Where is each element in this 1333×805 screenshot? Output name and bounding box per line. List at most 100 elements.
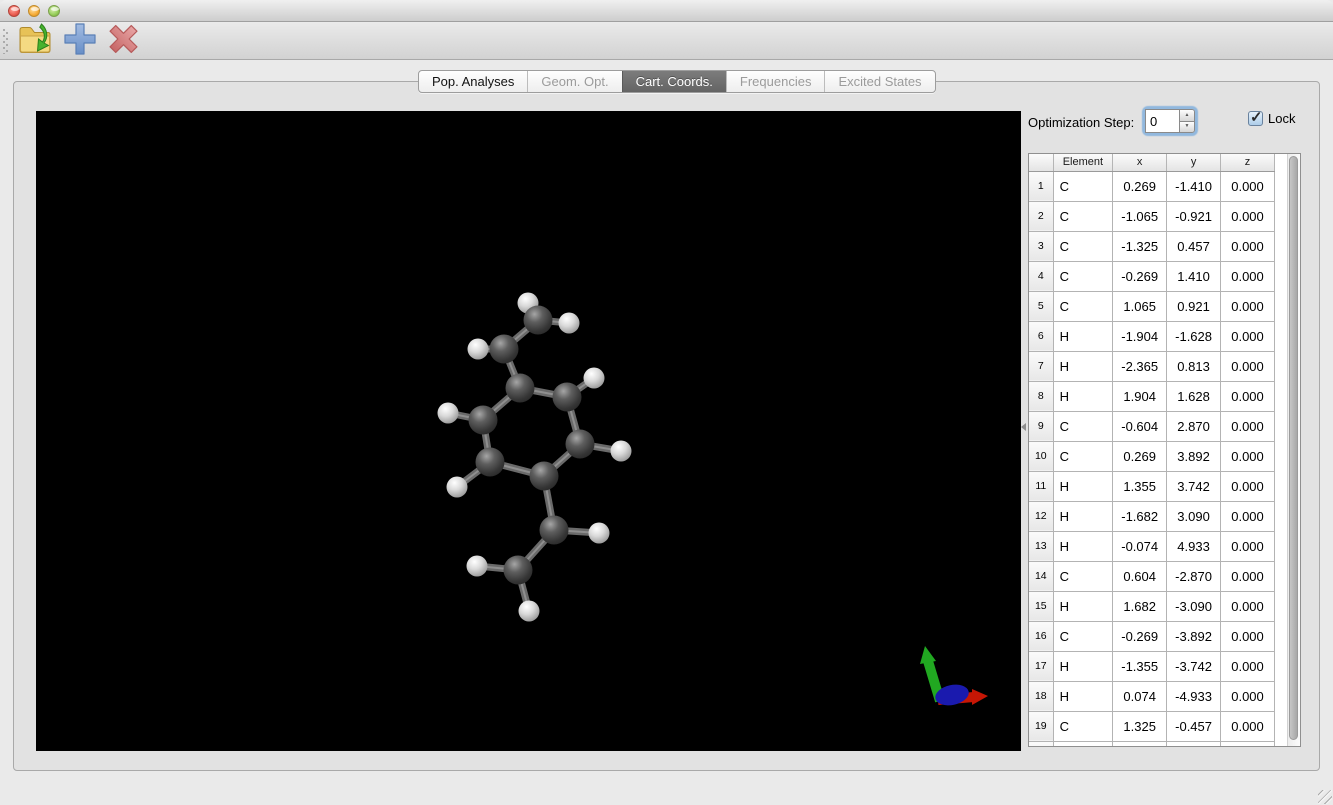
cell[interactable]: 0.269 [1112,170,1168,202]
cell[interactable]: -1.628 [1166,320,1222,352]
cell[interactable]: C [1052,230,1114,262]
cell[interactable]: -3.742 [1166,650,1222,682]
cell[interactable]: 1.325 [1112,710,1168,742]
cell[interactable]: 0.813 [1166,350,1222,382]
row-number[interactable]: 6 [1029,320,1054,352]
row-number[interactable]: 13 [1029,530,1054,562]
cell[interactable]: 0.457 [1166,230,1222,262]
row-number[interactable]: 14 [1029,560,1054,592]
column-header-x[interactable]: x [1112,154,1168,172]
cell[interactable]: 0.000 [1220,230,1275,262]
cell[interactable]: -1.682 [1112,500,1168,532]
row-number[interactable]: 1 [1029,170,1054,202]
row-number[interactable]: 9 [1029,410,1054,442]
zoom-button[interactable] [48,5,60,17]
table-row[interactable]: 6 H -1.904 -1.628 0.000 [1029,320,1275,352]
row-number[interactable]: 16 [1029,620,1054,652]
cell[interactable]: -1.410 [1166,170,1222,202]
cell[interactable]: 1.410 [1166,260,1222,292]
cell[interactable]: -1.325 [1112,230,1168,262]
tab-excited-states[interactable]: Excited States [824,71,934,92]
cell[interactable]: -4.933 [1166,680,1222,712]
cell[interactable]: 1.682 [1112,590,1168,622]
table-row[interactable]: 5 C 1.065 0.921 0.000 [1029,290,1275,322]
table-row[interactable]: 15 H 1.682 -3.090 0.000 [1029,590,1275,622]
table-row[interactable]: 18 H 0.074 -4.933 0.000 [1029,680,1275,712]
table-row[interactable]: 19 C 1.325 -0.457 0.000 [1029,710,1275,742]
cell[interactable]: 0.000 [1220,470,1275,502]
cell[interactable]: -3.892 [1166,620,1222,652]
cell[interactable]: 0.269 [1112,440,1168,472]
table-row[interactable]: 3 C -1.325 0.457 0.000 [1029,230,1275,262]
row-number[interactable]: 5 [1029,290,1054,322]
toolbar-drag-handle[interactable] [3,27,8,54]
cell[interactable]: 0.000 [1220,200,1275,232]
cell[interactable]: 4.933 [1166,530,1222,562]
table-row[interactable]: 17 H -1.355 -3.742 0.000 [1029,650,1275,682]
cell[interactable]: 0.000 [1220,620,1275,652]
column-header-element[interactable]: Element [1053,154,1114,172]
row-number[interactable]: 8 [1029,380,1054,412]
row-number[interactable]: 7 [1029,350,1054,382]
tab-cart-coords[interactable]: Cart. Coords. [621,71,726,92]
cell[interactable]: 0.000 [1220,380,1275,412]
cell[interactable]: C [1052,260,1114,292]
cell[interactable]: 2.870 [1166,410,1222,442]
open-file-button[interactable] [14,23,58,59]
table-row[interactable]: 11 H 1.355 3.742 0.000 [1029,470,1275,502]
cell[interactable]: C [1052,410,1114,442]
cell[interactable]: 3.742 [1166,470,1222,502]
stepper-down-icon[interactable]: ▼ [1179,120,1195,133]
table-row[interactable]: 10 C 0.269 3.892 0.000 [1029,440,1275,472]
cell[interactable]: 0.000 [1220,560,1275,592]
cell[interactable]: H [1052,500,1114,532]
cell[interactable]: -2.870 [1166,560,1222,592]
cell[interactable]: 0.000 [1220,440,1275,472]
cell[interactable]: H [1052,650,1114,682]
cell[interactable]: C [1052,710,1114,742]
cell[interactable]: 0.000 [1220,320,1275,352]
cell[interactable]: 1.904 [1112,380,1168,412]
cell[interactable]: C [1052,290,1114,322]
cell[interactable]: C [1052,440,1114,472]
table-row[interactable]: 9 C -0.604 2.870 0.000 [1029,410,1275,442]
table-row[interactable]: 1 C 0.269 -1.410 0.000 [1029,170,1275,202]
table-row[interactable]: 8 H 1.904 1.628 0.000 [1029,380,1275,412]
cell[interactable]: -0.921 [1166,200,1222,232]
cell[interactable]: -0.604 [1112,410,1168,442]
optimization-step-input[interactable] [1145,109,1179,133]
table-row[interactable]: 12 H -1.682 3.090 0.000 [1029,500,1275,532]
resize-grip[interactable] [1318,790,1332,804]
cell[interactable]: 0.000 [1220,650,1275,682]
tab-frequencies[interactable]: Frequencies [725,71,825,92]
column-header-y[interactable]: y [1166,154,1222,172]
cell[interactable]: H [1052,590,1114,622]
table-scrollbar[interactable] [1287,154,1300,746]
cell[interactable]: 3.892 [1166,440,1222,472]
row-number[interactable]: 3 [1029,230,1054,262]
cell[interactable]: 0.000 [1220,680,1275,712]
add-button[interactable] [58,23,102,59]
cell[interactable]: C [1052,200,1114,232]
table-row[interactable]: 7 H -2.365 0.813 0.000 [1029,350,1275,382]
cell[interactable]: 0.000 [1220,500,1275,532]
cell[interactable]: C [1052,560,1114,592]
cell[interactable]: 0.000 [1220,260,1275,292]
title-bar[interactable] [0,0,1333,22]
cell[interactable]: -0.269 [1112,620,1168,652]
cell[interactable]: -0.269 [1112,260,1168,292]
tab-pop-analyses[interactable]: Pop. Analyses [419,71,527,92]
stepper-up-icon[interactable]: ▲ [1179,109,1195,121]
row-number[interactable]: 10 [1029,440,1054,472]
cell[interactable]: 0.074 [1112,680,1168,712]
row-number[interactable]: 19 [1029,710,1054,742]
cell[interactable]: H [1052,380,1114,412]
row-number[interactable]: 15 [1029,590,1054,622]
cell[interactable]: -0.074 [1112,530,1168,562]
cell[interactable]: C [1052,620,1114,652]
column-header-z[interactable]: z [1220,154,1275,172]
close-button[interactable] [8,5,20,17]
cell[interactable]: H [1052,680,1114,712]
row-number[interactable]: 17 [1029,650,1054,682]
cell[interactable]: 0.604 [1112,560,1168,592]
